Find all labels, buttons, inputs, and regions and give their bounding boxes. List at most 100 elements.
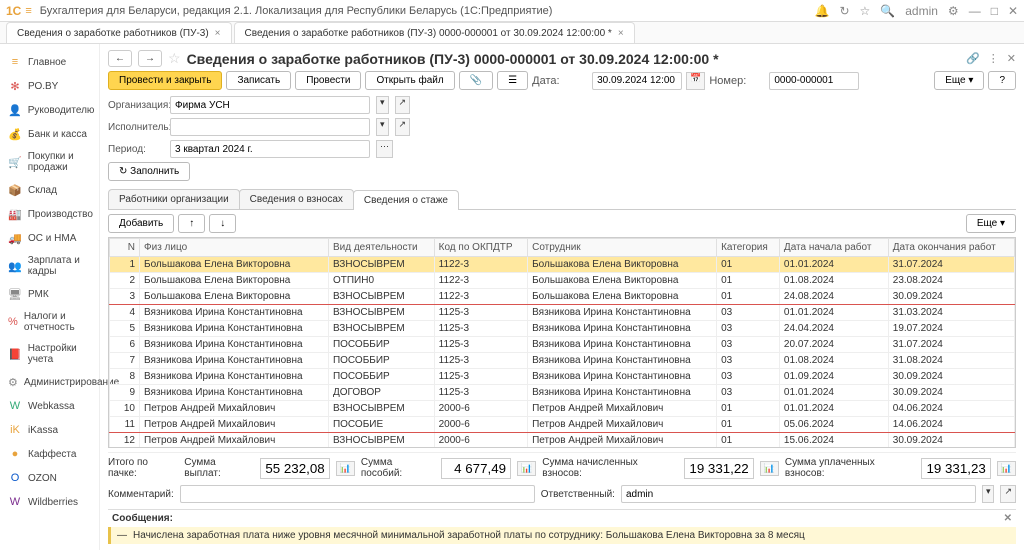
tab-contributions[interactable]: Сведения о взносах bbox=[239, 189, 354, 209]
table-row[interactable]: 11 Петров Андрей Михайлович ПОСОБИЕ 2000… bbox=[110, 417, 1015, 433]
period-picker-icon[interactable]: ⋯ bbox=[376, 140, 393, 158]
sidebar-item[interactable]: WWildberries bbox=[0, 490, 99, 514]
more-icon[interactable]: ⋮ bbox=[988, 52, 999, 65]
resp-dropdown-icon[interactable]: ▾ bbox=[982, 485, 995, 503]
move-down-button[interactable]: ↓ bbox=[209, 214, 236, 233]
table-row[interactable]: 12 Петров Андрей Михайлович ВЗНОСЫВРЕМ 2… bbox=[110, 433, 1015, 449]
help-button[interactable]: ? bbox=[988, 71, 1016, 90]
exec-dropdown-icon[interactable]: ▾ bbox=[376, 118, 389, 136]
fill-button[interactable]: ↻ Заполнить bbox=[108, 162, 190, 181]
star-icon[interactable]: ☆ bbox=[860, 4, 871, 18]
post-button[interactable]: Провести bbox=[295, 71, 361, 90]
open-file-button[interactable]: Открыть файл bbox=[365, 71, 454, 90]
sumbenefit-input[interactable] bbox=[441, 458, 511, 479]
org-input[interactable] bbox=[170, 96, 370, 114]
table-row[interactable]: 4 Вязникова Ирина Константиновна ВЗНОСЫВ… bbox=[110, 305, 1015, 321]
sidebar-item[interactable]: 📕Настройки учета bbox=[0, 338, 99, 370]
settings-icon[interactable]: ⚙ bbox=[948, 4, 959, 18]
sumpay-input[interactable] bbox=[260, 458, 330, 479]
resp-open-icon[interactable]: ↗ bbox=[1000, 485, 1016, 503]
table-row[interactable]: 6 Вязникова Ирина Константиновна ПОСОББИ… bbox=[110, 337, 1015, 353]
history-icon[interactable]: ↻ bbox=[839, 4, 849, 18]
sidebar-item[interactable]: %Налоги и отчетность bbox=[0, 306, 99, 338]
sidebar-item[interactable]: ≡Главное bbox=[0, 50, 99, 74]
comment-input[interactable] bbox=[180, 485, 535, 503]
nav-back-button[interactable]: ← bbox=[108, 50, 132, 67]
favorite-icon[interactable]: ☆ bbox=[168, 50, 181, 67]
minimize-icon[interactable]: — bbox=[969, 4, 981, 18]
table-more-button[interactable]: Еще ▾ bbox=[966, 214, 1016, 233]
nav-fwd-button[interactable]: → bbox=[138, 50, 162, 67]
number-input[interactable] bbox=[769, 72, 859, 90]
col-header[interactable]: Физ лицо bbox=[140, 239, 329, 257]
table-row[interactable]: 5 Вязникова Ирина Константиновна ВЗНОСЫВ… bbox=[110, 321, 1015, 337]
col-header[interactable]: Дата окончания работ bbox=[888, 239, 1014, 257]
sumpaid-input[interactable] bbox=[921, 458, 991, 479]
close-icon[interactable]: ✕ bbox=[1008, 4, 1018, 18]
more-button[interactable]: Еще ▾ bbox=[934, 71, 984, 90]
maximize-icon[interactable]: □ bbox=[991, 4, 998, 18]
sidebar-item[interactable]: ✻РО.BY bbox=[0, 74, 99, 98]
sidebar-item[interactable]: ●Каффеста bbox=[0, 442, 99, 466]
tab-item[interactable]: Сведения о заработке работников (ПУ-3) × bbox=[6, 22, 232, 43]
org-dropdown-icon[interactable]: ▾ bbox=[376, 96, 389, 114]
calc-icon[interactable]: 📊 bbox=[997, 461, 1016, 476]
col-header[interactable]: Код по ОКПДТР bbox=[434, 239, 527, 257]
sidebar-item[interactable]: WWebkassa bbox=[0, 394, 99, 418]
date-picker-icon[interactable]: 📅 bbox=[686, 72, 705, 90]
calc-icon[interactable]: 📊 bbox=[760, 461, 779, 476]
sidebar-item[interactable]: 🚚ОС и НМА bbox=[0, 226, 99, 250]
sidebar-item[interactable]: 🏭Производство bbox=[0, 202, 99, 226]
table-row[interactable]: 1 Большакова Елена Викторовна ВЗНОСЫВРЕМ… bbox=[110, 257, 1015, 273]
save-button[interactable]: Записать bbox=[226, 71, 291, 90]
close-doc-icon[interactable]: ✕ bbox=[1007, 52, 1016, 65]
tab-close-icon[interactable]: × bbox=[618, 28, 624, 39]
tab-close-icon[interactable]: × bbox=[215, 28, 221, 39]
sidebar-item[interactable]: 📦Склад bbox=[0, 178, 99, 202]
search-icon[interactable]: 🔍 bbox=[880, 4, 895, 18]
table-row[interactable]: 10 Петров Андрей Михайлович ВЗНОСЫВРЕМ 2… bbox=[110, 401, 1015, 417]
period-input[interactable] bbox=[170, 140, 370, 158]
move-up-button[interactable]: ↑ bbox=[178, 214, 205, 233]
tab-experience[interactable]: Сведения о стаже bbox=[353, 190, 459, 210]
sidebar-item[interactable]: 🛒Покупки и продажи bbox=[0, 146, 99, 178]
add-row-button[interactable]: Добавить bbox=[108, 214, 174, 233]
exec-open-icon[interactable]: ↗ bbox=[395, 118, 411, 136]
sidebar-item[interactable]: 👥Зарплата и кадры bbox=[0, 250, 99, 282]
table-row[interactable]: 3 Большакова Елена Викторовна ВЗНОСЫВРЕМ… bbox=[110, 289, 1015, 305]
message-row[interactable]: — Начислена заработная плата ниже уровня… bbox=[108, 527, 1016, 544]
sidebar-item[interactable]: ⚙Администрирование bbox=[0, 370, 99, 394]
table-row[interactable]: 2 Большакова Елена Викторовна ОТПИН0 112… bbox=[110, 273, 1015, 289]
attach-button[interactable]: 📎 bbox=[459, 71, 493, 90]
link-icon[interactable]: 🔗 bbox=[966, 52, 980, 65]
sumaccrued-input[interactable] bbox=[684, 458, 754, 479]
table-row[interactable]: 9 Вязникова Ирина Константиновна ДОГОВОР… bbox=[110, 385, 1015, 401]
sidebar-item[interactable]: iKiKassa bbox=[0, 418, 99, 442]
sidebar-item[interactable]: 🖥РМК bbox=[0, 282, 99, 306]
col-header[interactable]: Дата начала работ bbox=[779, 239, 888, 257]
sidebar-item[interactable]: OOZON bbox=[0, 466, 99, 490]
col-header[interactable]: N bbox=[110, 239, 140, 257]
burger-icon[interactable]: ≡ bbox=[25, 5, 31, 17]
table-row[interactable]: 7 Вязникова Ирина Константиновна ПОСОББИ… bbox=[110, 353, 1015, 369]
resp-input[interactable] bbox=[621, 485, 976, 503]
tab-item-active[interactable]: Сведения о заработке работников (ПУ-3) 0… bbox=[234, 22, 635, 43]
table-row[interactable]: 8 Вязникова Ирина Константиновна ПОСОББИ… bbox=[110, 369, 1015, 385]
experience-table[interactable]: NФиз лицоВид деятельностиКод по ОКПДТРСо… bbox=[108, 237, 1016, 448]
calc-icon[interactable]: 📊 bbox=[517, 461, 536, 476]
col-header[interactable]: Сотрудник bbox=[528, 239, 717, 257]
org-open-icon[interactable]: ↗ bbox=[395, 96, 411, 114]
user-label[interactable]: admin bbox=[905, 4, 938, 18]
save-close-button[interactable]: Провести и закрыть bbox=[108, 71, 222, 90]
sidebar-item[interactable]: 💰Банк и касса bbox=[0, 122, 99, 146]
tab-workers[interactable]: Работники организации bbox=[108, 189, 240, 209]
list-button[interactable]: ☰ bbox=[497, 71, 528, 90]
col-header[interactable]: Категория bbox=[717, 239, 780, 257]
date-input[interactable] bbox=[592, 72, 682, 90]
sidebar-item[interactable]: 👤Руководителю bbox=[0, 98, 99, 122]
messages-close-icon[interactable]: ✕ bbox=[1004, 513, 1012, 524]
col-header[interactable]: Вид деятельности bbox=[328, 239, 434, 257]
bell-icon[interactable]: 🔔 bbox=[815, 4, 830, 18]
calc-icon[interactable]: 📊 bbox=[336, 461, 355, 476]
exec-input[interactable] bbox=[170, 118, 370, 136]
